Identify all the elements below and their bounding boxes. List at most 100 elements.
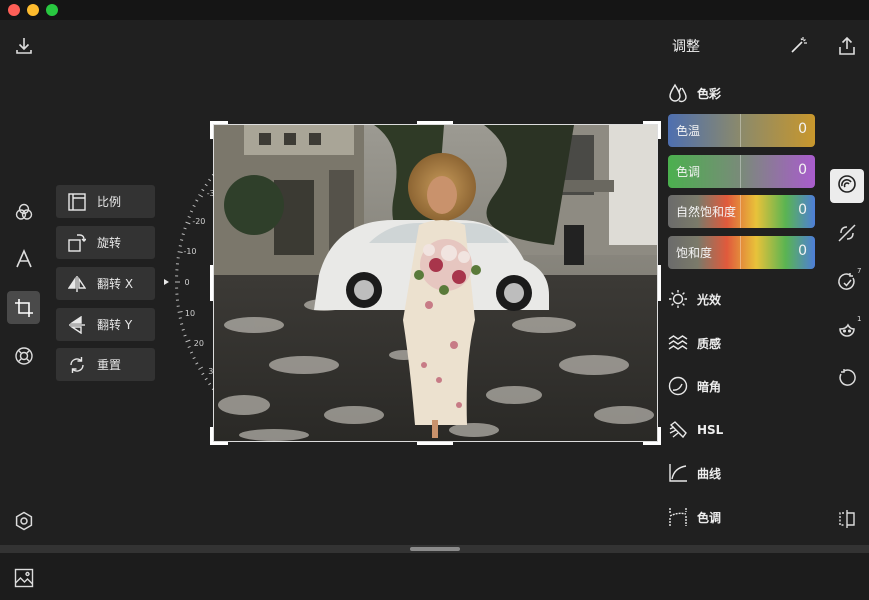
aspect-ratio-button[interactable]: 比例: [56, 185, 155, 218]
adjust-icon: [837, 174, 857, 198]
curve-icon: [668, 463, 688, 483]
hsl-icon: [668, 420, 688, 440]
dial-tick: [178, 317, 182, 319]
crop-handle-right[interactable]: [658, 265, 661, 301]
light-section[interactable]: 光效: [668, 288, 721, 310]
dial-tick: [195, 199, 199, 202]
sun-icon: [668, 289, 688, 309]
curves-section[interactable]: 曲线: [668, 462, 721, 484]
dial-tick-label: -20: [192, 217, 205, 226]
crop-handle-bottom-right-v[interactable]: [658, 427, 661, 445]
settings-hexagon-icon[interactable]: [12, 509, 36, 533]
color-section-header[interactable]: 色彩: [668, 82, 721, 104]
tone-section[interactable]: 色调: [668, 506, 721, 528]
dial-tick: [187, 345, 191, 349]
wedding-photo: [214, 125, 657, 441]
share-export-icon[interactable]: [835, 34, 859, 58]
resize-grip[interactable]: [410, 547, 460, 551]
face-tab[interactable]: 1: [830, 315, 864, 349]
dial-tick: [177, 311, 183, 313]
flip-y-button[interactable]: 翻转 Y: [56, 308, 155, 341]
compare-tab[interactable]: [830, 504, 864, 538]
vibrance-slider[interactable]: 自然饱和度 0: [668, 195, 815, 228]
temperature-label: 色温: [676, 124, 701, 138]
undo-icon: [837, 368, 857, 392]
dial-tick: [189, 210, 194, 213]
text-icon[interactable]: [12, 247, 36, 271]
dial-tick: [189, 351, 194, 354]
slider-center-mark: [740, 155, 741, 188]
dial-tick: [198, 194, 204, 198]
download-icon[interactable]: [12, 34, 36, 58]
dial-tick: [185, 221, 191, 225]
reset-button[interactable]: 重置: [56, 348, 155, 381]
dial-tick: [187, 215, 191, 219]
dial-tick: [204, 183, 208, 187]
reset-icon: [66, 354, 88, 376]
crop-handle-bottom[interactable]: [417, 442, 453, 445]
dial-tick: [185, 339, 191, 343]
dial-tick: [198, 366, 204, 370]
image-gallery-icon[interactable]: [12, 566, 36, 590]
crop-handle-top-right-v[interactable]: [658, 121, 661, 139]
hsl-section[interactable]: HSL: [668, 419, 723, 441]
tint-value: 0: [798, 162, 807, 178]
temperature-slider[interactable]: 色温 0: [668, 114, 815, 147]
heal-tab[interactable]: [830, 218, 864, 252]
filters-icon[interactable]: [12, 200, 36, 224]
rotate-button[interactable]: 旋转: [56, 226, 155, 259]
close-window-button[interactable]: [8, 4, 20, 16]
dial-tick: [181, 328, 185, 331]
tint-label: 色调: [676, 165, 701, 179]
flip-vertical-icon: [66, 314, 88, 336]
panel-title: 调整: [672, 39, 700, 55]
adjust-tab[interactable]: [830, 169, 864, 203]
saturation-label: 饱和度: [676, 246, 713, 260]
magic-wand-icon[interactable]: [788, 34, 810, 56]
dial-tick: [180, 323, 184, 325]
tone-label: 色调: [697, 510, 722, 525]
crop-icon[interactable]: [12, 296, 36, 320]
saturation-slider[interactable]: 饱和度 0: [668, 236, 815, 269]
temperature-value: 0: [798, 121, 807, 137]
flip-x-label: 翻转 X: [97, 277, 134, 291]
zoom-window-button[interactable]: [46, 4, 58, 16]
slider-center-mark: [740, 195, 741, 228]
drops-icon: [668, 83, 688, 103]
bottom-bar: [0, 553, 869, 600]
app-window: 比例 旋转 翻转 X 翻转 Y 重置 -30 -20 -10 0 10 20 30: [0, 0, 869, 600]
compare-split-icon: [837, 509, 857, 533]
tone-icon: [668, 507, 688, 527]
slider-center-mark: [740, 236, 741, 269]
texture-section[interactable]: 质感: [668, 332, 721, 354]
crop-handle-left[interactable]: [210, 265, 213, 301]
lifebuoy-icon[interactable]: [12, 344, 36, 368]
rotate-label: 旋转: [97, 236, 122, 250]
dial-tick-label: 0: [184, 278, 189, 287]
hsl-label: HSL: [697, 423, 724, 437]
reset-label: 重置: [97, 358, 122, 372]
flip-horizontal-icon: [66, 273, 88, 295]
history-tab[interactable]: 7: [830, 267, 864, 301]
history-icon: [837, 272, 857, 296]
vignette-section[interactable]: 暗角: [668, 375, 721, 397]
face-badge: 1: [857, 315, 862, 323]
heal-icon: [837, 223, 857, 247]
dial-tick: [177, 251, 183, 253]
minimize-window-button[interactable]: [27, 4, 39, 16]
vignette-label: 暗角: [697, 379, 722, 394]
title-bar: [0, 0, 869, 20]
undo-tab[interactable]: [830, 363, 864, 397]
photo-canvas[interactable]: [214, 125, 657, 441]
flip-x-button[interactable]: 翻转 X: [56, 267, 155, 300]
crop-handle-top[interactable]: [417, 121, 453, 124]
crop-handle-top-left-v[interactable]: [210, 121, 213, 139]
aspect-ratio-icon: [66, 191, 88, 213]
dial-tick: [208, 382, 212, 386]
crop-handle-bottom-left-v[interactable]: [210, 427, 213, 445]
face-icon: [837, 320, 857, 344]
vibrance-value: 0: [798, 202, 807, 218]
dial-tick: [208, 178, 212, 182]
history-badge: 7: [857, 267, 862, 275]
tint-slider[interactable]: 色调 0: [668, 155, 815, 188]
